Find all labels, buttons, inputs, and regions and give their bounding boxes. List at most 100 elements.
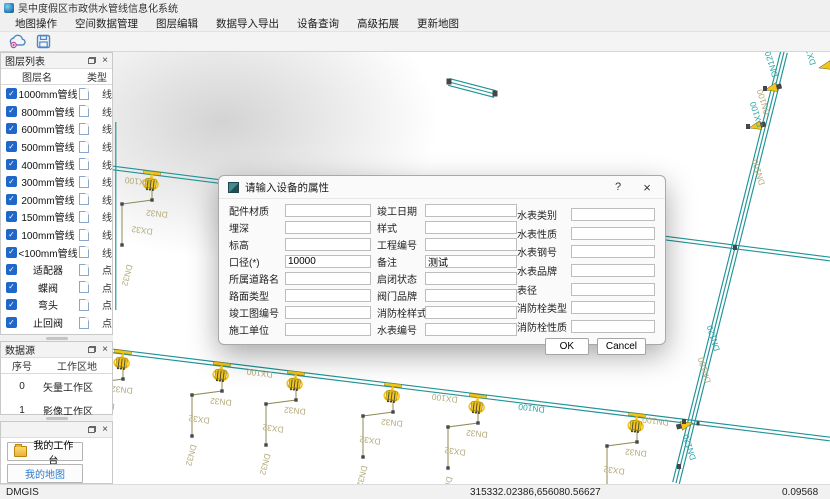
field-row: 水表性质 bbox=[517, 227, 655, 240]
menu-bar: 地图操作 空间数据管理 图层编辑 数据导入导出 设备查询 高级拓展 更新地图 bbox=[0, 15, 830, 32]
layer-checkbox[interactable] bbox=[6, 282, 17, 293]
field-row: 竣工图编号 bbox=[229, 306, 371, 319]
layer-checkbox[interactable] bbox=[6, 229, 17, 240]
layer-checkbox[interactable] bbox=[6, 141, 17, 152]
layer-checkbox[interactable] bbox=[6, 176, 17, 187]
layer-row[interactable]: 200mm管线 线 bbox=[1, 191, 112, 209]
document-icon bbox=[79, 317, 89, 329]
pipe-label: DX32 bbox=[113, 399, 115, 412]
float-panel-icon[interactable] bbox=[88, 346, 96, 353]
layer-row[interactable]: 500mm管线 线 bbox=[1, 138, 112, 156]
pipeline bbox=[450, 79, 496, 91]
field-input[interactable] bbox=[285, 204, 371, 217]
layer-row[interactable]: 弯头 点 bbox=[1, 296, 112, 314]
layer-row[interactable]: 蝶阀 点 bbox=[1, 279, 112, 297]
field-input[interactable] bbox=[285, 238, 371, 251]
menu-item[interactable]: 数据导入导出 bbox=[207, 15, 288, 32]
menu-item[interactable]: 地图操作 bbox=[6, 15, 66, 32]
dialog-body: 配件材质 埋深 标高 口径(*) bbox=[219, 199, 665, 344]
layer-row[interactable]: 600mm管线 线 bbox=[1, 120, 112, 138]
field-input[interactable] bbox=[425, 272, 517, 285]
field-input[interactable] bbox=[425, 306, 517, 319]
field-label: 表径 bbox=[517, 282, 571, 297]
pipe-label: DN32 bbox=[113, 384, 133, 396]
layer-row[interactable]: 800mm管线 线 bbox=[1, 103, 112, 121]
field-input[interactable] bbox=[285, 272, 371, 285]
layer-checkbox[interactable] bbox=[6, 247, 17, 258]
field-input[interactable] bbox=[285, 289, 371, 302]
window-title: 吴中度假区市政供水管线信息化系统 bbox=[18, 0, 178, 15]
field-input[interactable] bbox=[425, 323, 517, 336]
layer-checkbox[interactable] bbox=[6, 194, 17, 205]
layer-checkbox[interactable] bbox=[6, 123, 17, 134]
field-input[interactable] bbox=[425, 255, 517, 268]
col-layer-name: 图层名 bbox=[1, 69, 73, 84]
layer-checkbox[interactable] bbox=[6, 159, 17, 170]
layer-row[interactable]: 适配器 点 bbox=[1, 261, 112, 279]
field-input[interactable] bbox=[425, 204, 517, 217]
folder-icon bbox=[14, 446, 27, 457]
layer-checkbox[interactable] bbox=[6, 88, 17, 99]
field-label: 阀门品牌 bbox=[377, 288, 425, 303]
field-input[interactable] bbox=[285, 306, 371, 319]
layer-row[interactable]: 400mm管线 线 bbox=[1, 155, 112, 173]
datasource-row[interactable]: 0 矢量工作区 bbox=[1, 374, 112, 398]
layer-checkbox[interactable] bbox=[6, 106, 17, 117]
field-input[interactable] bbox=[571, 264, 655, 277]
layer-checkbox[interactable] bbox=[6, 317, 17, 328]
menu-item[interactable]: 高级拓展 bbox=[348, 15, 408, 32]
layer-list: 1000mm管线 线 800mm管线 线 600mm管线 bbox=[1, 85, 112, 336]
pipe-label: DN32 bbox=[283, 405, 306, 417]
field-input[interactable] bbox=[571, 208, 655, 221]
flow-arrow-marker[interactable] bbox=[818, 60, 830, 73]
field-label: 消防栓性质 bbox=[517, 319, 571, 334]
my-map-label: 我的地图 bbox=[25, 466, 65, 481]
field-input[interactable] bbox=[571, 301, 655, 314]
float-panel-icon[interactable] bbox=[88, 426, 96, 433]
layer-row[interactable]: <100mm管线 线 bbox=[1, 243, 112, 261]
field-input[interactable] bbox=[425, 221, 517, 234]
field-input[interactable] bbox=[571, 283, 655, 296]
field-row: 消防栓性质 bbox=[517, 319, 655, 332]
close-panel-icon[interactable]: × bbox=[102, 57, 108, 65]
layer-checkbox[interactable] bbox=[6, 264, 17, 275]
close-panel-icon[interactable]: × bbox=[102, 346, 108, 354]
field-input[interactable] bbox=[571, 320, 655, 333]
float-panel-icon[interactable] bbox=[88, 57, 96, 64]
layer-row[interactable]: 1000mm管线 线 bbox=[1, 85, 112, 103]
layer-row[interactable]: 300mm管线 线 bbox=[1, 173, 112, 191]
field-label: 竣工图编号 bbox=[229, 305, 285, 320]
layer-row[interactable]: 100mm管线 线 bbox=[1, 226, 112, 244]
cloud-add-icon[interactable] bbox=[8, 33, 26, 50]
ok-button[interactable]: OK bbox=[545, 338, 589, 355]
my-map-button[interactable]: 我的地图 bbox=[7, 464, 83, 483]
field-input[interactable] bbox=[285, 255, 371, 268]
field-input[interactable] bbox=[285, 323, 371, 336]
field-input[interactable] bbox=[285, 221, 371, 234]
pipe-label: DN32 bbox=[145, 208, 168, 220]
help-icon[interactable]: ? bbox=[610, 181, 626, 193]
save-icon[interactable] bbox=[34, 33, 52, 50]
field-input[interactable] bbox=[571, 245, 655, 258]
menu-item[interactable]: 图层编辑 bbox=[147, 15, 207, 32]
field-input[interactable] bbox=[425, 289, 517, 302]
close-icon[interactable]: × bbox=[638, 180, 656, 195]
layer-checkbox[interactable] bbox=[6, 299, 17, 310]
my-workbench-button[interactable]: 我的工作台 bbox=[7, 442, 83, 461]
close-panel-icon[interactable]: × bbox=[102, 426, 108, 434]
field-label: 水表类别 bbox=[517, 207, 571, 222]
menu-item[interactable]: 设备查询 bbox=[288, 15, 348, 32]
layer-checkbox[interactable] bbox=[6, 211, 17, 222]
layer-row[interactable]: 止回阀 点 bbox=[1, 314, 112, 332]
field-label: 水表编号 bbox=[377, 322, 425, 337]
layer-row[interactable]: 150mm管线 线 bbox=[1, 208, 112, 226]
cancel-button[interactable]: Cancel bbox=[597, 338, 646, 355]
datasource-panel: 数据源 × 序号 工作区地 0 矢量工作区 1 影像工作区 bbox=[0, 341, 113, 415]
pipe-label: DX32 bbox=[359, 434, 382, 447]
dialog-title-bar[interactable]: 请输入设备的属性 ? × bbox=[219, 176, 665, 199]
menu-item[interactable]: 空间数据管理 bbox=[66, 15, 147, 32]
menu-item[interactable]: 更新地图 bbox=[408, 15, 468, 32]
field-input[interactable] bbox=[571, 227, 655, 240]
col-no: 序号 bbox=[1, 358, 43, 373]
field-input[interactable] bbox=[425, 238, 517, 251]
